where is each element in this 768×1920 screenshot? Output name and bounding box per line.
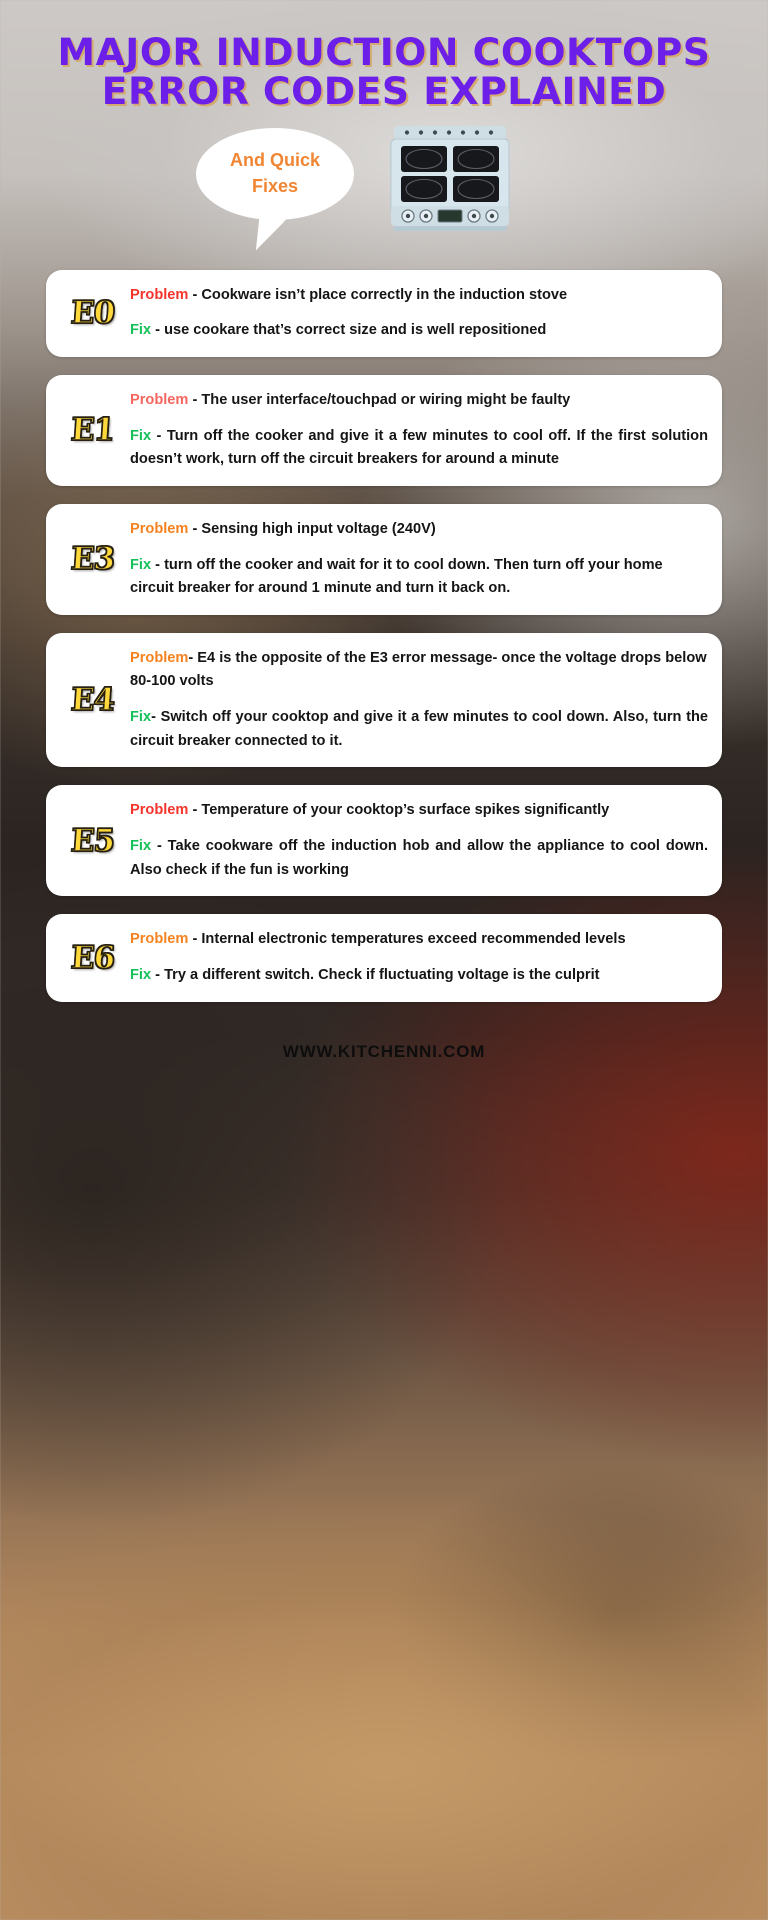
problem-text: - The user interface/touchpad or wiring …: [188, 391, 571, 408]
problem-label: Problem: [130, 802, 189, 819]
error-code-text: E3: [69, 541, 116, 578]
fix-paragraph: Fix - turn off the cooker and wait for i…: [130, 554, 708, 601]
fix-paragraph: Fix - Take cookware off the induction ho…: [130, 835, 708, 882]
fix-label: Fix: [130, 427, 152, 444]
fix-paragraph: Fix - Turn off the cooker and give it a …: [130, 425, 708, 472]
error-code-text: E6: [69, 939, 116, 976]
error-card-body: Problem - Cookware isn’t place correctly…: [130, 284, 708, 343]
page-title-line-2: ERROR CODES EXPLAINED: [101, 69, 667, 113]
error-card-e1[interactable]: E1 Problem - The user interface/touchpad…: [46, 374, 722, 486]
footer: WWW.KITCHENNI.COM: [0, 1020, 768, 1062]
error-card-body: Problem- E4 is the opposite of the E3 er…: [130, 647, 708, 754]
problem-paragraph: Problem- E4 is the opposite of the E3 er…: [130, 647, 708, 694]
hero-section: And Quick Fixes: [0, 122, 768, 262]
problem-paragraph: Problem - The user interface/touchpad or…: [130, 389, 708, 413]
error-card-e4[interactable]: E4 Problem- E4 is the opposite of the E3…: [46, 632, 722, 768]
problem-label: Problem: [130, 520, 189, 537]
error-card-e6[interactable]: E6 Problem - Internal electronic tempera…: [46, 914, 722, 1002]
error-card-body: Problem - The user interface/touchpad or…: [130, 389, 708, 472]
speech-bubble-text: And Quick Fixes: [229, 150, 320, 196]
fix-text: - use cookare that’s correct size and is…: [151, 322, 547, 339]
fix-text: - Try a different switch. Check if fluct…: [151, 966, 600, 983]
problem-label: Problem: [130, 649, 189, 666]
fix-label: Fix: [130, 709, 152, 726]
infographic-header: MAJOR INDUCTION COOKTOPS ERROR CODES EXP…: [0, 0, 768, 112]
error-code-text: E1: [69, 412, 116, 449]
problem-paragraph: Problem - Temperature of your cooktop’s …: [130, 799, 708, 823]
error-code-list: E0 Problem - Cookware isn’t place correc…: [0, 262, 768, 1002]
speech-bubble: And Quick Fixes: [196, 127, 354, 220]
error-code-text: E5: [69, 822, 116, 859]
speech-bubble-tail-icon: [255, 208, 293, 254]
problem-label: Problem: [130, 286, 189, 303]
problem-paragraph: Problem - Cookware isn’t place correctly…: [130, 284, 708, 308]
induction-cooktop-icon: [390, 125, 510, 231]
fix-label: Fix: [130, 966, 152, 983]
error-code-badge: E4: [56, 681, 130, 719]
problem-paragraph: Problem - Sensing high input voltage (24…: [130, 518, 708, 542]
error-code-badge: E0: [56, 295, 130, 332]
error-card-e3[interactable]: E3 Problem - Sensing high input voltage …: [46, 503, 722, 615]
problem-paragraph: Problem - Internal electronic temperatur…: [130, 928, 708, 952]
error-card-body: Problem - Internal electronic temperatur…: [130, 928, 708, 987]
problem-text: - Temperature of your cooktop’s surface …: [188, 802, 610, 819]
error-card-body: Problem - Sensing high input voltage (24…: [130, 518, 708, 601]
page-title-line-1: MAJOR INDUCTION COOKTOPS: [57, 31, 711, 74]
problem-text: - E4 is the opposite of the E3 error mes…: [130, 649, 707, 690]
problem-text: - Sensing high input voltage (240V): [188, 520, 436, 537]
error-code-text: E0: [69, 295, 116, 332]
problem-label: Problem: [130, 391, 189, 408]
error-code-badge: E3: [56, 541, 130, 578]
fix-text: - Turn off the cooker and give it a few …: [130, 427, 708, 468]
error-card-e5[interactable]: E5 Problem - Temperature of your cooktop…: [46, 785, 722, 897]
fix-label: Fix: [130, 322, 152, 339]
error-code-badge: E6: [56, 939, 130, 976]
error-card-body: Problem - Temperature of your cooktop’s …: [130, 799, 708, 882]
fix-paragraph: Fix - Try a different switch. Check if f…: [130, 964, 708, 988]
fix-label: Fix: [130, 838, 152, 855]
error-code-text: E4: [69, 681, 116, 719]
problem-text: - Cookware isn’t place correctly in the …: [188, 286, 568, 303]
fix-label: Fix: [130, 556, 152, 573]
error-code-badge: E1: [56, 412, 130, 449]
problem-text: - Internal electronic temperatures excee…: [188, 931, 626, 948]
fix-text: - Take cookware off the induction hob an…: [130, 838, 708, 878]
error-card-e0[interactable]: E0 Problem - Cookware isn’t place correc…: [46, 269, 722, 357]
fix-paragraph: Fix - use cookare that’s correct size an…: [130, 319, 708, 343]
error-code-badge: E5: [56, 822, 130, 859]
fix-text: - turn off the cooker and wait for it to…: [130, 556, 663, 597]
fix-paragraph: Fix- Switch off your cooktop and give it…: [130, 706, 708, 753]
website-url[interactable]: WWW.KITCHENNI.COM: [0, 1042, 768, 1062]
page-title: MAJOR INDUCTION COOKTOPS ERROR CODES EXP…: [0, 31, 768, 113]
fix-text: - Switch off your cooktop and give it a …: [130, 709, 708, 749]
problem-label: Problem: [130, 931, 189, 948]
